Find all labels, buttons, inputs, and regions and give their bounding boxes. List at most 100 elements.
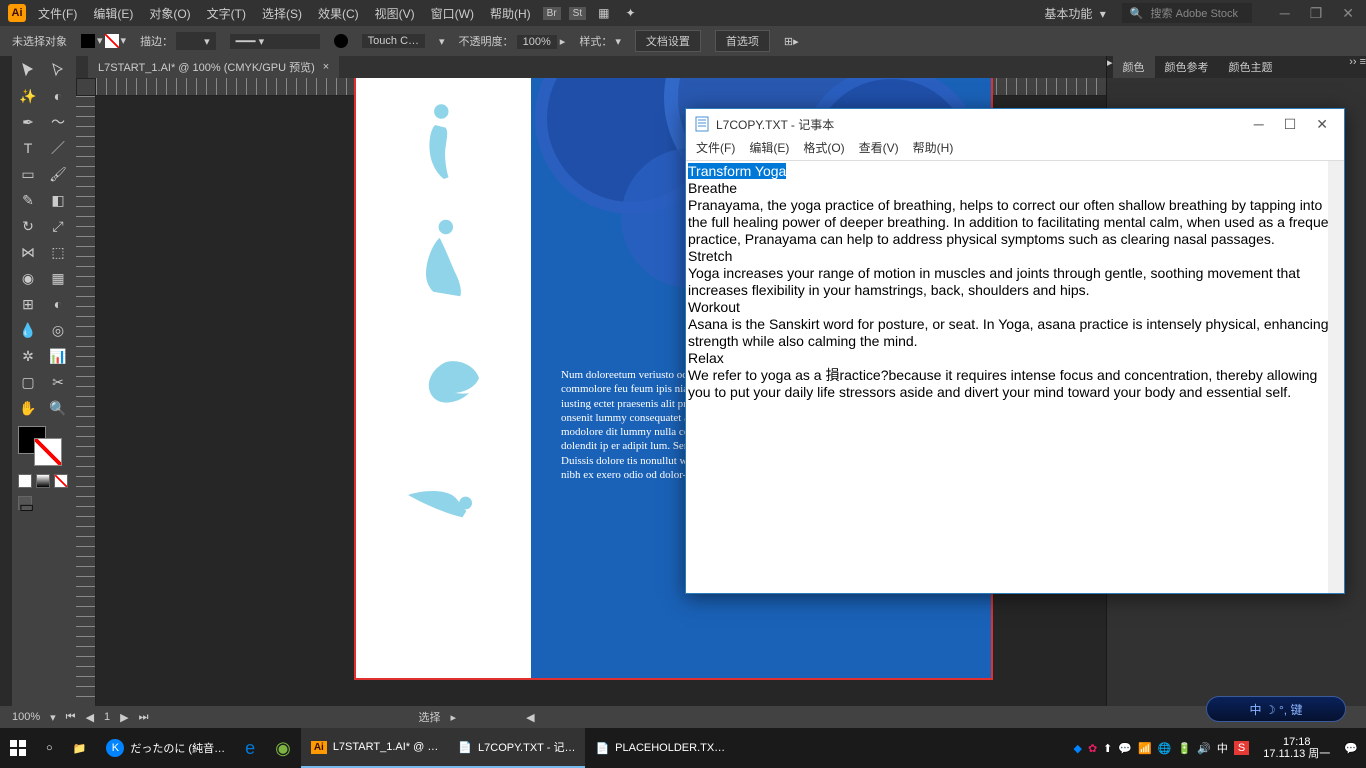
wechat-tray-icon[interactable]: 💬 xyxy=(1118,742,1132,755)
lasso-tool-icon[interactable]: ◐ xyxy=(44,84,72,108)
zoom-dropdown[interactable]: 100% xyxy=(12,711,40,723)
stroke-color-icon[interactable] xyxy=(34,438,62,466)
sogou-tray-icon[interactable]: S xyxy=(1234,741,1249,755)
window-close-icon[interactable]: ✕ xyxy=(1338,3,1358,24)
color-panel-tab[interactable]: 颜色 xyxy=(1113,56,1155,78)
eraser-tool-icon[interactable]: ◧ xyxy=(44,188,72,212)
workspace-switcher[interactable]: 基本功能 ▾ xyxy=(1036,3,1109,24)
tray-icon[interactable]: ⬆ xyxy=(1103,742,1112,755)
width-tool-icon[interactable]: ⋈ xyxy=(14,240,42,264)
notepad-maximize-icon[interactable]: ☐ xyxy=(1284,116,1297,133)
scroll-left-icon[interactable]: ◀ xyxy=(526,711,534,724)
stroke-profile-dropdown[interactable]: ━━━ ▾ xyxy=(230,34,320,49)
menu-file[interactable]: 文件(F) xyxy=(34,3,81,24)
touch-dropdown[interactable]: Touch C… xyxy=(362,34,425,48)
menu-view[interactable]: 视图(V) xyxy=(371,3,419,24)
color-mode-icon[interactable] xyxy=(18,474,32,488)
tab-close-icon[interactable]: × xyxy=(323,61,329,73)
menu-select[interactable]: 选择(S) xyxy=(258,3,306,24)
perspective-tool-icon[interactable]: ▦ xyxy=(44,266,72,290)
window-restore-icon[interactable]: ❐ xyxy=(1306,3,1327,24)
paintbrush-tool-icon[interactable]: 🖌 xyxy=(44,162,72,186)
more-panels-icon[interactable]: ›› ≡ xyxy=(1349,56,1366,78)
ime-bar[interactable]: 中 ☽ °, 键 xyxy=(1206,696,1346,722)
scale-tool-icon[interactable]: ⤢ xyxy=(44,214,72,238)
volume-tray-icon[interactable]: 🔊 xyxy=(1197,742,1211,755)
notepad-menu-view[interactable]: 查看(V) xyxy=(859,139,899,160)
edge-browser-icon[interactable]: e xyxy=(235,728,265,768)
none-mode-icon[interactable] xyxy=(54,474,68,488)
network-tray-icon[interactable]: 📶 xyxy=(1138,742,1152,755)
type-tool-icon[interactable]: T xyxy=(14,136,42,160)
notepad-scrollbar[interactable] xyxy=(1328,161,1344,593)
zoom-tool-icon[interactable]: 🔍 xyxy=(44,396,72,420)
stroke-weight-dropdown[interactable]: ▾ xyxy=(176,32,216,50)
browser-icon[interactable]: ◉ xyxy=(265,728,301,768)
rectangle-tool-icon[interactable]: ▭ xyxy=(14,162,42,186)
illustrator-task[interactable]: AiL7START_1.AI* @ … xyxy=(301,728,449,768)
selection-tool-icon[interactable] xyxy=(14,58,42,82)
brush-swatch-icon[interactable] xyxy=(334,34,348,48)
symbol-sprayer-tool-icon[interactable]: ✲ xyxy=(14,344,42,368)
color-theme-panel-tab[interactable]: 颜色主题 xyxy=(1219,56,1283,78)
preferences-button[interactable]: 首选项 xyxy=(715,30,770,52)
shape-builder-tool-icon[interactable]: ◉ xyxy=(14,266,42,290)
magic-wand-tool-icon[interactable]: ✨ xyxy=(14,84,42,108)
notifications-icon[interactable]: 💬 xyxy=(1344,742,1358,755)
eyedropper-tool-icon[interactable]: 💧 xyxy=(14,318,42,342)
blend-tool-icon[interactable]: ◎ xyxy=(44,318,72,342)
bridge-icon[interactable]: Br xyxy=(543,7,561,20)
battery-tray-icon[interactable]: 🔋 xyxy=(1177,742,1191,755)
mesh-tool-icon[interactable]: ⊞ xyxy=(14,292,42,316)
menu-window[interactable]: 窗口(W) xyxy=(427,3,478,24)
selection-next-icon[interactable]: ▸ xyxy=(451,711,457,724)
color-guide-panel-tab[interactable]: 颜色参考 xyxy=(1155,56,1219,78)
placeholder-task[interactable]: 📄PLACEHOLDER.TX… xyxy=(585,728,735,768)
last-page-icon[interactable]: ⏭ xyxy=(139,711,149,724)
window-minimize-icon[interactable]: ─ xyxy=(1276,3,1294,24)
curvature-tool-icon[interactable]: ～ xyxy=(44,110,72,134)
ruler-origin-icon[interactable] xyxy=(76,78,96,96)
page-number[interactable]: 1 xyxy=(104,711,110,723)
align-icon[interactable]: ⊞▸ xyxy=(784,35,799,48)
tray-icon[interactable]: ◆ xyxy=(1073,742,1081,755)
direct-selection-tool-icon[interactable] xyxy=(44,58,72,82)
tray-icon[interactable]: ✿ xyxy=(1088,742,1097,755)
gradient-tool-icon[interactable]: ◐ xyxy=(44,292,72,316)
prev-page-icon[interactable]: ◀ xyxy=(86,711,94,724)
kugou-music-task[interactable]: Kだったのに (純音… xyxy=(96,728,235,768)
stock-icon[interactable]: St xyxy=(569,7,586,20)
next-page-icon[interactable]: ▶ xyxy=(120,711,128,724)
notepad-menu-help[interactable]: 帮助(H) xyxy=(913,139,954,160)
fill-swatch-icon[interactable] xyxy=(81,34,95,48)
cortana-search-icon[interactable]: ○ xyxy=(36,728,63,768)
notepad-task[interactable]: 📄L7COPY.TXT - 记… xyxy=(448,728,585,768)
vertical-ruler[interactable] xyxy=(76,96,96,728)
notepad-titlebar[interactable]: L7COPY.TXT - 记事本 ─ ☐ ✕ xyxy=(686,109,1344,139)
fill-stroke-swatches[interactable] xyxy=(14,426,74,470)
first-page-icon[interactable]: ⏮ xyxy=(66,711,76,724)
notepad-menu-format[interactable]: 格式(O) xyxy=(803,139,844,160)
menu-effect[interactable]: 效果(C) xyxy=(314,3,363,24)
notepad-menu-file[interactable]: 文件(F) xyxy=(696,139,735,160)
notepad-close-icon[interactable]: ✕ xyxy=(1316,116,1328,133)
taskbar-clock[interactable]: 17:18 17.11.13 周一 xyxy=(1263,736,1330,760)
notepad-text-area[interactable]: Transform Yoga Breathe Pranayama, the yo… xyxy=(686,161,1344,593)
opacity-input[interactable]: 100% xyxy=(517,35,557,49)
rotate-tool-icon[interactable]: ↻ xyxy=(14,214,42,238)
gradient-mode-icon[interactable] xyxy=(36,474,50,488)
stroke-swatch-icon[interactable] xyxy=(105,34,119,48)
menu-object[interactable]: 对象(O) xyxy=(145,3,194,24)
document-tab[interactable]: L7START_1.AI* @ 100% (CMYK/GPU 预览) × xyxy=(88,56,339,78)
notepad-menu-edit[interactable]: 编辑(E) xyxy=(749,139,789,160)
line-tool-icon[interactable]: ／ xyxy=(44,136,72,160)
free-transform-tool-icon[interactable]: ⬚ xyxy=(44,240,72,264)
arrange-icon[interactable]: ▦ xyxy=(594,4,613,22)
slice-tool-icon[interactable]: ✂ xyxy=(44,370,72,394)
column-graph-tool-icon[interactable]: 📊 xyxy=(44,344,72,368)
screen-mode-icon[interactable]: ▭ xyxy=(18,496,32,510)
start-button[interactable] xyxy=(0,728,36,768)
document-setup-button[interactable]: 文档设置 xyxy=(635,30,701,52)
menu-help[interactable]: 帮助(H) xyxy=(486,3,535,24)
stock-search-input[interactable]: 🔍 搜索 Adobe Stock xyxy=(1122,3,1252,23)
